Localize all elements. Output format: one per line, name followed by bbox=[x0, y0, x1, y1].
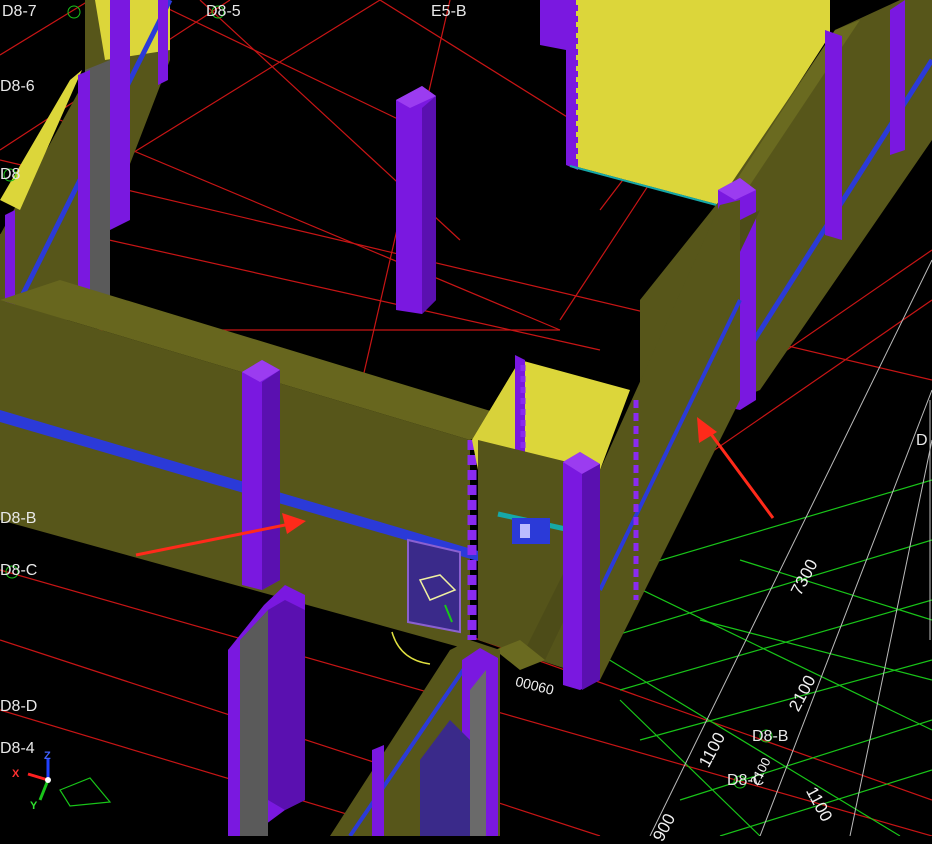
grid-label-d8-b-right: D8-B bbox=[752, 728, 789, 745]
grid-label-d8-d: D8-D bbox=[0, 698, 38, 715]
grid-label-d8-5: D8-5 bbox=[206, 3, 241, 20]
axis-x-label: X bbox=[12, 768, 20, 780]
axis-z-label: Z bbox=[44, 750, 51, 762]
grid-label-d8-6: D8-6 bbox=[0, 78, 35, 95]
grid-label-d-right: D bbox=[916, 432, 928, 449]
grid-label-d8-b-left: D8-B bbox=[0, 510, 37, 527]
grid-label-d8: D8 bbox=[0, 166, 21, 183]
grid-label-e5-b: E5-B bbox=[431, 3, 467, 20]
grid-label-d8-c-left: D8-C bbox=[0, 562, 38, 579]
axis-y-label: Y bbox=[30, 800, 38, 812]
3d-model-viewport[interactable]: D8-7 D8-5 E5-B D8-6 D8 D8-B D8-C D8-D D8… bbox=[0, 0, 932, 844]
grid-label-d8-4: D8-4 bbox=[0, 740, 35, 757]
grid-label-d8-7: D8-7 bbox=[2, 3, 37, 20]
column-center[interactable] bbox=[396, 86, 436, 314]
